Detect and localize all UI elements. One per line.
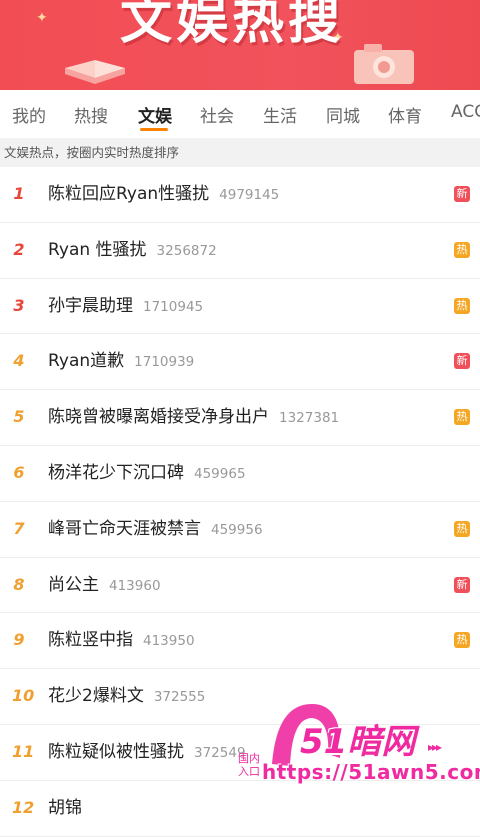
watermark-brand: 51暗网	[300, 722, 416, 762]
banner: ✦ ✦ 文娱热搜	[0, 0, 480, 90]
list-item[interactable]: 6 杨洋花少下沉口碑 459965	[0, 445, 480, 502]
heat-count: 413960	[109, 577, 161, 594]
tab-mine[interactable]: 我的	[12, 102, 46, 127]
topic-text: 陈粒疑似被性骚扰	[48, 741, 184, 762]
topic-title[interactable]: 陈粒疑似被性骚扰 372549	[48, 725, 246, 780]
heat-count: 1710945	[143, 298, 204, 315]
rank-number: 8	[13, 574, 25, 594]
list-item[interactable]: 3 孙宇晨助理 1710945 热	[0, 278, 480, 335]
tab-acg[interactable]: ACG	[451, 102, 480, 122]
tab-entertainment[interactable]: 文娱	[138, 102, 172, 127]
list-item[interactable]: 9 陈粒竖中指 413950 热	[0, 613, 480, 670]
list-item[interactable]: 5 陈晓曾被曝离婚接受净身出户 1327381 热	[0, 390, 480, 446]
rank-number: 10	[12, 686, 35, 706]
heat-count: 4979145	[219, 187, 280, 203]
tab-active-indicator	[140, 128, 168, 131]
topic-text: 峰哥亡命天涯被禁言	[48, 518, 201, 539]
topic-title[interactable]: 陈晓曾被曝离婚接受净身出户 1327381	[48, 390, 339, 445]
heat-count: 413950	[143, 633, 195, 650]
rank-number: 11	[12, 741, 35, 761]
topic-title[interactable]: 峰哥亡命天涯被禁言 459956	[48, 502, 263, 557]
topic-title[interactable]: Ryan 性骚扰 3256872	[48, 223, 217, 278]
topic-text: 花少2爆料文	[48, 686, 144, 707]
topic-text: Ryan道歉	[48, 351, 125, 372]
hot-badge: 热	[454, 409, 470, 426]
list-subtitle: 文娱热点，按圈内实时热度排序	[0, 138, 480, 167]
hot-badge: 热	[454, 297, 470, 314]
list-item[interactable]: 4 Ryan道歉 1710939 新	[0, 334, 480, 391]
topic-text: 杨洋花少下沉口碑	[48, 462, 184, 483]
heat-count: 372555	[153, 689, 206, 706]
camera-icon	[354, 44, 414, 84]
topic-title[interactable]: 孙宇晨助理 1710945	[48, 279, 203, 334]
topic-title[interactable]: 陈粒竖中指 413950	[48, 613, 195, 668]
new-badge: 新	[454, 576, 470, 593]
rank-number: 6	[13, 462, 25, 482]
hot-badge: 热	[454, 241, 470, 258]
rank-number: 4	[13, 351, 25, 371]
topic-text: 胡锦	[48, 797, 82, 818]
topic-text: 陈晓曾被曝离婚接受净身出户	[48, 407, 269, 428]
topic-text: 尚公主	[48, 574, 99, 595]
topic-title[interactable]: 尚公主 413960	[48, 558, 161, 613]
list-item[interactable]: 1 陈粒回应Ryan性骚扰 4979145 新	[0, 167, 480, 223]
list-item[interactable]: 2 Ryan 性骚扰 3256872 热	[0, 222, 480, 279]
rank-number: 3	[13, 295, 25, 315]
topic-title[interactable]: Ryan道歉 1710939	[48, 334, 194, 389]
hot-badge: 热	[454, 632, 470, 649]
rank-number: 12	[12, 797, 35, 817]
topic-text: 孙宇晨助理	[48, 295, 133, 316]
heat-count: 1710939	[134, 354, 195, 371]
topic-title[interactable]: 胡锦	[48, 781, 82, 835]
topic-title[interactable]: 杨洋花少下沉口碑 459965	[48, 446, 246, 501]
rank-number: 9	[13, 630, 25, 650]
tab-life[interactable]: 生活	[263, 102, 297, 127]
rank-number: 1	[13, 184, 25, 203]
heat-count: 459956	[211, 521, 263, 538]
rank-number: 7	[13, 518, 25, 538]
hot-badge: 热	[454, 520, 470, 537]
tab-local[interactable]: 同城	[326, 102, 360, 127]
rank-number: 5	[13, 407, 25, 427]
list-item[interactable]: 8 尚公主 413960 新	[0, 557, 480, 614]
list-item[interactable]: 7 峰哥亡命天涯被禁言 459956 热	[0, 501, 480, 558]
rank-number: 2	[13, 239, 25, 259]
watermark-caption: 国内入口	[238, 752, 260, 778]
new-badge: 新	[454, 353, 470, 370]
topic-text: 陈粒回应Ryan性骚扰	[48, 184, 210, 204]
sparkle-icon: ✦	[36, 10, 48, 26]
new-badge: 新	[454, 186, 470, 202]
tab-hot-search[interactable]: 热搜	[74, 102, 108, 127]
heat-count: 3256872	[156, 242, 217, 259]
topic-title[interactable]: 陈粒回应Ryan性骚扰 4979145	[48, 167, 279, 222]
heat-count: 1327381	[279, 410, 340, 427]
category-tabs: 我的 热搜 文娱 社会 生活 同城 体育 ACG	[0, 90, 480, 139]
tab-society[interactable]: 社会	[200, 102, 234, 127]
topic-title[interactable]: 花少2爆料文 372555	[48, 669, 205, 724]
tab-sports[interactable]: 体育	[388, 102, 422, 127]
topic-text: 陈粒竖中指	[48, 630, 133, 651]
heat-count: 459965	[194, 465, 246, 482]
banner-title: 文娱热搜	[120, 0, 345, 51]
watermark-arrows-icon: ▸▸▸	[428, 740, 442, 754]
topic-text: Ryan 性骚扰	[48, 239, 147, 260]
watermark-domain: https://51awn5.com	[262, 760, 480, 784]
